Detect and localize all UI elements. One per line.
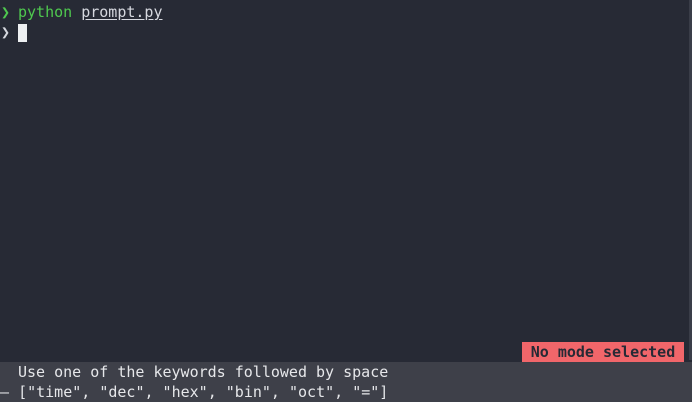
current-input-line[interactable]: ❯: [0, 22, 18, 42]
hint-text: Use one of the keywords followed by spac…: [18, 363, 389, 381]
text-cursor: [18, 24, 27, 42]
completion-hint-toolbar: Use one of the keywords followed by spac…: [0, 362, 692, 402]
command-history-line: ❯ python prompt.py: [0, 2, 163, 22]
prompt-chevron-icon: ❯: [1, 23, 11, 41]
mode-status-badge: No mode selected: [522, 342, 684, 362]
command-name: python: [18, 3, 73, 21]
keyword-options-line: – ["time", "dec", "hex", "bin", "oct", "…: [0, 382, 388, 402]
command-argument: prompt.py: [81, 3, 163, 21]
keyword-options-list: ["time", "dec", "hex", "bin", "oct", "="…: [18, 383, 389, 401]
terminal-window[interactable]: ❯ python prompt.py ❯ No mode selected Use…: [0, 0, 692, 402]
options-prefix: –: [0, 383, 19, 401]
prompt-chevron-icon: ❯: [1, 3, 11, 21]
